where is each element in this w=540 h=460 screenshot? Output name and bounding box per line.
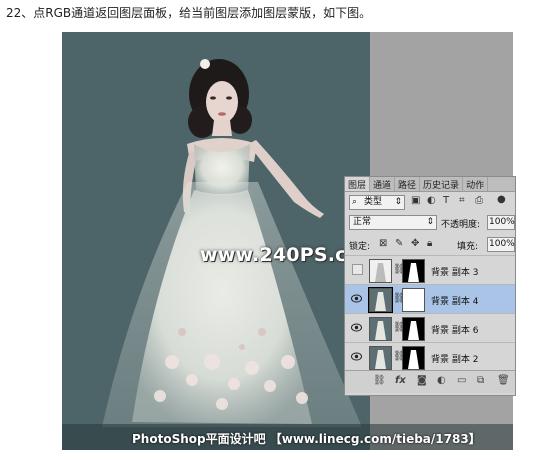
layer-name: 背景 副本 6 <box>431 326 479 336</box>
smart-object-filter-icon[interactable]: ⎙ <box>475 195 483 206</box>
opacity-value: 100% <box>489 217 515 227</box>
layer-mask-thumbnail <box>402 259 425 283</box>
layer-thumbnail <box>369 346 392 370</box>
layer-mask-thumbnail <box>402 288 425 312</box>
panel-footer: ⛓︎ fx ◙ ◐ ▭ ⧉ 🗑︎ <box>345 370 515 393</box>
pixel-filter-icon[interactable]: ▣ <box>411 195 420 206</box>
lock-paint-icon[interactable]: ✎ <box>395 238 403 249</box>
layer-row-selected[interactable]: ⛓︎ 背景 副本 4 <box>345 284 515 314</box>
new-layer-icon[interactable]: ⧉ <box>477 375 484 386</box>
chevron-updown-icon: ⇕ <box>394 197 402 207</box>
layer-mask-thumbnail <box>402 317 425 341</box>
chevron-updown-icon: ⇕ <box>426 217 434 227</box>
tab-actions[interactable]: 动作 <box>463 177 489 191</box>
lock-move-icon[interactable]: ✥ <box>411 238 419 249</box>
add-mask-icon[interactable]: ◙ <box>417 375 427 386</box>
search-icon: ⌕ <box>352 197 358 207</box>
layer-mask-thumbnail <box>402 346 425 370</box>
fill-label: 填充: <box>457 242 479 252</box>
trash-icon[interactable]: 🗑︎ <box>497 375 510 386</box>
fill-input[interactable]: 100% <box>487 237 515 252</box>
layer-list: ⛓︎ 背景 副本 3 ⛓︎ 背景 副本 4 ⛓︎ 背景 副本 6 ⛓︎ 背景 副… <box>345 255 515 371</box>
layer-thumbnail <box>369 259 392 283</box>
visibility-toggle[interactable] <box>352 264 363 275</box>
lock-row: 锁定: ⊠ ✎ ✥ 🔒︎ 填充: 100% <box>345 237 515 253</box>
lock-transparent-icon[interactable]: ⊠ <box>379 238 387 249</box>
kind-filter-select[interactable]: ⌕ 类型 ⇕ <box>349 195 405 210</box>
kind-filter-value: 类型 <box>364 197 383 207</box>
fill-value: 100% <box>489 239 515 249</box>
tab-layers[interactable]: 图层 <box>345 177 371 191</box>
layer-name: 背景 副本 4 <box>431 297 479 307</box>
new-group-folder-icon[interactable]: ▭ <box>457 375 466 386</box>
credit-text: PhotoShop平面设计吧 【www.linecg.com/tieba/178… <box>132 432 481 446</box>
step-caption: 22、点RGB通道返回图层面板，给当前图层添加图层蒙版，如下图。 <box>6 6 372 20</box>
type-filter-icon[interactable]: T <box>443 195 449 206</box>
opacity-input[interactable]: 100% <box>487 215 515 230</box>
layer-thumbnail <box>368 287 393 313</box>
tab-channels[interactable]: 通道 <box>370 177 396 191</box>
layer-row[interactable]: ⛓︎ 背景 副本 3 <box>345 255 515 285</box>
fx-icon[interactable]: fx <box>395 375 406 386</box>
blend-mode-value: 正常 <box>353 217 372 227</box>
layer-thumbnail <box>369 317 392 341</box>
blend-mode-select[interactable]: 正常 ⇕ <box>349 215 437 230</box>
layers-panel: 图层 通道 路径 历史记录 动作 ⌕ 类型 ⇕ ▣ ◐ T ⌗ ⎙ ● 正常 ⇕… <box>344 176 516 396</box>
filter-toggle-icon[interactable]: ● <box>497 194 506 205</box>
layer-name: 背景 副本 3 <box>431 268 479 278</box>
adjustment-filter-icon[interactable]: ◐ <box>427 195 436 206</box>
panel-tabs: 图层 通道 路径 历史记录 动作 <box>345 177 515 192</box>
filter-row: ⌕ 类型 ⇕ ▣ ◐ T ⌗ ⎙ ● <box>345 194 515 211</box>
adjustment-layer-icon[interactable]: ◐ <box>437 375 446 386</box>
shape-filter-icon[interactable]: ⌗ <box>459 195 465 206</box>
eye-icon[interactable] <box>351 352 362 361</box>
lock-all-icon[interactable]: 🔒︎ <box>427 238 432 249</box>
eye-icon[interactable] <box>351 294 362 303</box>
opacity-label: 不透明度: <box>441 220 481 230</box>
layer-row[interactable]: ⛓︎ 背景 副本 6 <box>345 313 515 343</box>
layer-row[interactable]: ⛓︎ 背景 副本 2 <box>345 342 515 371</box>
eye-icon[interactable] <box>351 323 362 332</box>
lock-label: 锁定: <box>349 242 371 252</box>
tab-paths[interactable]: 路径 <box>395 177 421 191</box>
layer-name: 背景 副本 2 <box>431 355 479 365</box>
blend-row: 正常 ⇕ 不透明度: 100% <box>345 215 515 231</box>
link-layers-icon[interactable]: ⛓︎ <box>373 375 386 386</box>
tab-history[interactable]: 历史记录 <box>420 177 464 191</box>
